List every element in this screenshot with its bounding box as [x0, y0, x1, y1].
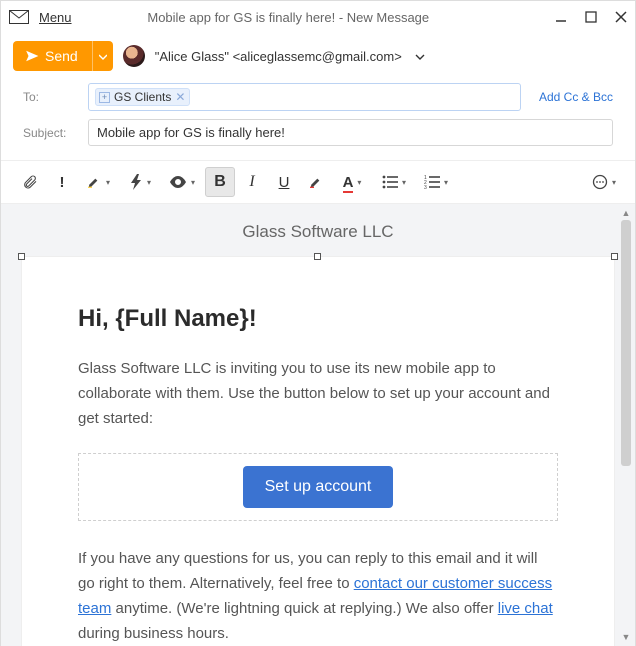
maximize-button[interactable] — [585, 11, 597, 23]
body-paragraph-1[interactable]: Glass Software LLC is inviting you to us… — [78, 357, 558, 431]
send-button[interactable]: Send — [13, 41, 92, 71]
header-fields: To: + GS Clients ✕ Add Cc & Bcc Subject: — [1, 83, 635, 160]
sender-identity[interactable]: "Alice Glass" <aliceglassemc@gmail.com> — [155, 49, 426, 64]
company-header: Glass Software LLC — [1, 204, 635, 256]
body-paragraph-2[interactable]: If you have any questions for us, you ca… — [78, 547, 558, 646]
window-title: Mobile app for GS is finally here! - New… — [22, 10, 555, 25]
chevron-down-icon: ▾ — [612, 178, 616, 187]
live-chat-link[interactable]: live chat — [498, 600, 553, 617]
text-run: anytime. (We're lightning quick at reply… — [111, 600, 497, 617]
selection-handle[interactable] — [314, 253, 321, 260]
format-toolbar: ! ▾ ▾ ▾ B I U A ▾ ▾ 123 ▾ ▾ — [1, 160, 635, 204]
text-highlight-button[interactable] — [301, 167, 331, 197]
add-cc-bcc-link[interactable]: Add Cc & Bcc — [539, 90, 613, 104]
cta-container[interactable]: Set up account — [78, 453, 558, 521]
setup-account-button[interactable]: Set up account — [243, 466, 394, 508]
scroll-down-button[interactable]: ▼ — [619, 630, 633, 644]
scrollbar-thumb[interactable] — [621, 220, 631, 466]
numbered-list-icon: 123 — [424, 175, 440, 189]
avatar — [123, 45, 145, 67]
remove-chip-icon[interactable]: ✕ — [175, 90, 185, 104]
bold-icon: B — [214, 173, 226, 191]
scroll-up-button[interactable]: ▲ — [619, 206, 633, 220]
text-run: during business hours. — [78, 625, 229, 642]
selection-handle[interactable] — [611, 253, 618, 260]
send-dropdown[interactable] — [92, 41, 113, 71]
brush-red-icon — [308, 174, 324, 190]
highlight-button[interactable]: ▾ — [79, 167, 119, 197]
attach-button[interactable] — [15, 167, 45, 197]
selection-handle[interactable] — [18, 253, 25, 260]
send-label: Send — [45, 48, 78, 64]
italic-button[interactable]: I — [237, 167, 267, 197]
titlebar: Menu Mobile app for GS is finally here! … — [1, 1, 635, 33]
chevron-down-icon: ▾ — [357, 178, 361, 187]
underline-button[interactable]: U — [269, 167, 299, 197]
brush-icon — [86, 174, 102, 190]
scrollbar-track[interactable] — [619, 220, 633, 630]
exclamation-icon: ! — [60, 174, 65, 191]
expand-icon[interactable]: + — [99, 92, 110, 103]
bullet-list-icon — [382, 175, 398, 189]
subject-input[interactable] — [88, 119, 613, 146]
sender-dropdown[interactable] — [415, 49, 425, 64]
eye-icon — [169, 176, 187, 188]
chevron-down-icon: ▾ — [444, 178, 448, 187]
underline-icon: U — [279, 174, 290, 191]
recipient-chip[interactable]: + GS Clients ✕ — [95, 88, 190, 106]
priority-button[interactable]: ! — [47, 167, 77, 197]
close-button[interactable] — [615, 11, 627, 23]
minimize-button[interactable] — [555, 11, 567, 23]
chevron-down-icon: ▾ — [147, 178, 151, 187]
send-row: Send "Alice Glass" <aliceglassemc@gmail.… — [1, 33, 635, 83]
svg-text:3: 3 — [424, 185, 427, 189]
to-label: To: — [23, 90, 78, 104]
vertical-scrollbar[interactable]: ▲ ▼ — [619, 206, 633, 644]
more-icon — [592, 174, 608, 190]
subject-label: Subject: — [23, 126, 78, 140]
italic-icon: I — [249, 173, 254, 191]
numbered-list-button[interactable]: 123 ▾ — [417, 167, 457, 197]
editor-canvas[interactable]: Glass Software LLC Hi, {Full Name}! Glas… — [1, 204, 635, 646]
font-color-button[interactable]: A ▾ — [333, 167, 373, 197]
chevron-down-icon: ▾ — [402, 178, 406, 187]
chevron-down-icon: ▾ — [106, 178, 110, 187]
lightning-icon — [129, 174, 143, 190]
paperclip-icon — [22, 174, 38, 190]
chevron-down-icon: ▾ — [191, 178, 195, 187]
visibility-button[interactable]: ▾ — [163, 167, 203, 197]
to-input[interactable]: + GS Clients ✕ — [88, 83, 521, 111]
send-icon — [25, 49, 39, 63]
bold-button[interactable]: B — [205, 167, 235, 197]
email-body-block[interactable]: Hi, {Full Name}! Glass Software LLC is i… — [21, 256, 615, 646]
more-button[interactable]: ▾ — [585, 167, 625, 197]
quick-format-button[interactable]: ▾ — [121, 167, 161, 197]
greeting-heading[interactable]: Hi, {Full Name}! — [78, 305, 558, 333]
sender-text: "Alice Glass" <aliceglassemc@gmail.com> — [155, 49, 402, 64]
font-color-icon: A — [343, 174, 354, 191]
bullet-list-button[interactable]: ▾ — [375, 167, 415, 197]
chip-label: GS Clients — [114, 90, 171, 104]
